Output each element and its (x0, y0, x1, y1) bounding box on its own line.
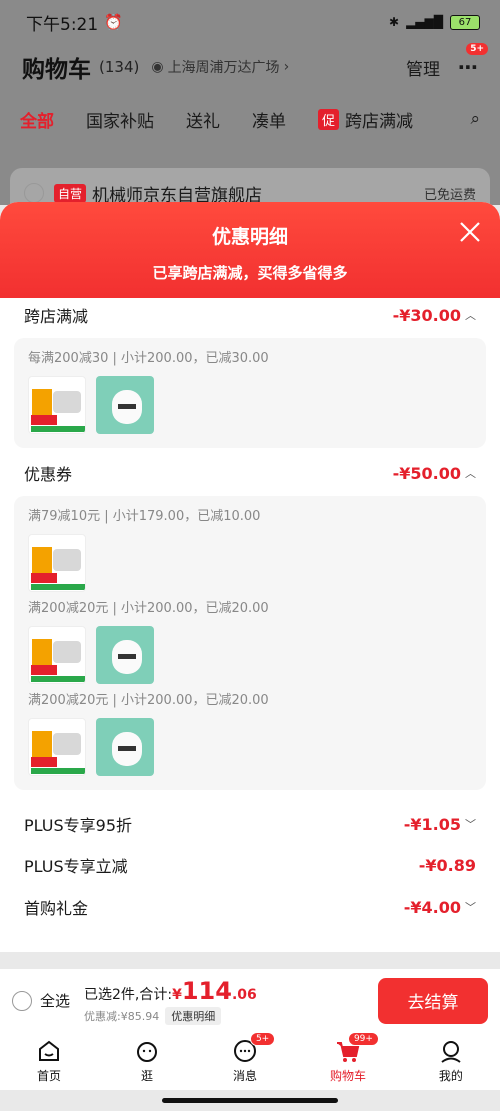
sheet-title: 优惠明细 (211, 226, 288, 248)
status-time: 下午5:21 (26, 14, 99, 35)
promo-tag: 促 (318, 108, 340, 130)
home-icon (38, 1040, 59, 1061)
battery-icon: 67 (450, 14, 480, 30)
location-selector[interactable]: ◉ 上海周浦万达广场 › (151, 57, 289, 77)
discount-detail-button[interactable]: 优惠明细 (165, 1006, 222, 1025)
chevron-right-icon: › (283, 59, 290, 75)
plus95-row[interactable]: PLUS专享95折 -¥1.05 ﹀ (14, 804, 486, 844)
nav-messages[interactable]: 5+ 消息 (232, 1032, 276, 1084)
tab-cross-store[interactable]: 促 跨店满减 (318, 107, 413, 132)
manage-button[interactable]: 管理 (406, 55, 440, 80)
nav-label: 我的 (438, 1069, 463, 1083)
cart-badge: 99+ (347, 1032, 379, 1046)
cross-store-row[interactable]: 跨店满减 -¥30.00 ︿ (14, 298, 486, 332)
filter-tabs: 全部 国家补贴 送礼 凑单 促 跨店满减 ⌕ (0, 96, 500, 142)
total-integer: 114 (181, 976, 232, 1005)
coupon-label: 优惠券 (24, 465, 73, 484)
plus-cut-label: PLUS专享立减 (24, 857, 128, 876)
coupon-row[interactable]: 优惠券 -¥50.00 ︿ (14, 456, 486, 490)
nav-browse[interactable]: 逛 (134, 1038, 160, 1084)
messages-badge: 5+ (249, 1032, 276, 1046)
product-thumbnail[interactable] (96, 718, 154, 776)
more-dots-icon: ⋯ (458, 55, 478, 79)
home-indicator (162, 1098, 338, 1103)
coupon-amount: -¥50.00 (392, 463, 461, 483)
chevron-up-icon: ︿ (465, 309, 476, 322)
plus95-label: PLUS专享95折 (24, 816, 132, 835)
nav-cart[interactable]: 99+ 购物车 (329, 1032, 379, 1084)
sheet-header: 优惠明细 已享跨店满减，买得多省得多 (0, 202, 500, 298)
total-decimal: .06 (231, 986, 257, 1003)
chevron-up-icon: ︿ (465, 467, 476, 480)
nav-label: 首页 (36, 1069, 61, 1083)
product-thumbnail[interactable] (28, 534, 86, 592)
cart-header: 购物车 (134) ◉ 上海周浦万达广场 › 管理 ⋯ 5+ (0, 43, 500, 90)
cross-store-amount: -¥30.00 (392, 305, 461, 325)
eye-icon: ◉ (151, 59, 164, 75)
discount-detail-sheet: 优惠明细 已享跨店满减，买得多省得多 跨店满减 -¥30.00 ︿ 每满200减… (0, 202, 500, 952)
close-icon[interactable] (458, 220, 482, 244)
search-icon[interactable]: ⌕ (470, 109, 480, 129)
coupon-desc: 满79减10元 | 小计179.00，已减10.00 (28, 509, 261, 524)
status-bar: 下午5:21 ⏰ ✱ ▂▄▆█ 67 (0, 0, 500, 44)
nav-home[interactable]: 首页 (36, 1038, 62, 1084)
plus95-amount: -¥1.05 (403, 814, 461, 834)
product-thumbnail[interactable] (28, 718, 86, 776)
bluetooth-icon: ✱ (389, 15, 400, 29)
free-shipping-label: 已免运费 (423, 187, 476, 203)
cross-store-label: 跨店满减 (24, 307, 89, 326)
browse-icon (136, 1042, 157, 1062)
coupon-desc: 满200减20元 | 小计200.00，已减20.00 (28, 693, 269, 708)
more-button[interactable]: ⋯ 5+ (458, 43, 488, 79)
tab-gift[interactable]: 送礼 (186, 107, 220, 132)
plus-cut-amount: -¥0.89 (418, 855, 476, 875)
nav-label: 逛 (140, 1069, 153, 1083)
bottom-nav: 首页 逛 5+ 消息 99+ 购物车 我的 (0, 1032, 500, 1090)
chevron-down-icon: ﹀ (465, 901, 476, 914)
cart-count: (134) (99, 58, 140, 76)
profile-icon (441, 1041, 461, 1063)
page-title: 购物车 (22, 57, 91, 83)
select-all-label[interactable]: 全选 (40, 990, 70, 1011)
location-label: 上海周浦万达广场 (167, 60, 280, 76)
cross-store-desc: 每满200减30 | 小计200.00，已减30.00 (28, 351, 269, 366)
select-all-checkbox[interactable] (12, 990, 32, 1011)
coupon-card: 满79减10元 | 小计179.00，已减10.00 满200减20元 | 小计… (14, 496, 486, 790)
first-gift-label: 首购礼金 (24, 899, 89, 918)
store-checkbox[interactable] (24, 183, 44, 203)
product-thumbnail[interactable] (28, 376, 86, 434)
nav-me[interactable]: 我的 (438, 1038, 464, 1084)
product-thumbnail[interactable] (96, 376, 154, 434)
first-gift-row[interactable]: 首购礼金 -¥4.00 ﹀ (14, 886, 486, 928)
first-gift-amount: -¥4.00 (403, 897, 461, 917)
checkout-button[interactable]: 去结算 (378, 977, 488, 1024)
more-badge: 5+ (466, 43, 488, 55)
chevron-down-icon: ﹀ (465, 818, 476, 831)
tab-subsidy[interactable]: 国家补贴 (86, 107, 154, 132)
product-thumbnail[interactable] (96, 626, 154, 684)
discount-total: 优惠减:¥85.94 (84, 1009, 160, 1023)
sheet-subtitle: 已享跨店满减，买得多省得多 (152, 264, 348, 282)
currency-symbol: ¥ (172, 986, 182, 1003)
signal-icon: ▂▄▆█ (406, 15, 443, 29)
tab-bundle[interactable]: 凑单 (252, 107, 286, 132)
nav-label: 消息 (232, 1069, 257, 1083)
product-thumbnail[interactable] (28, 626, 86, 684)
checkout-bar: 全选 已选2件,合计: ¥ 114 .06 优惠减:¥85.94 优惠明细 去结… (0, 969, 500, 1032)
coupon-desc: 满200减20元 | 小计200.00，已减20.00 (28, 601, 269, 616)
promo-tab-label: 跨店满减 (345, 111, 414, 132)
plus-cut-row: PLUS专享立减 -¥0.89 (14, 844, 486, 886)
tab-all[interactable]: 全部 (20, 107, 54, 132)
self-operated-badge: 自营 (54, 183, 87, 203)
selected-summary: 已选2件,合计: (84, 986, 173, 1003)
cross-store-card: 每满200减30 | 小计200.00，已减30.00 (14, 338, 486, 448)
alarm-icon: ⏰ (104, 13, 123, 31)
nav-label: 购物车 (329, 1069, 366, 1083)
